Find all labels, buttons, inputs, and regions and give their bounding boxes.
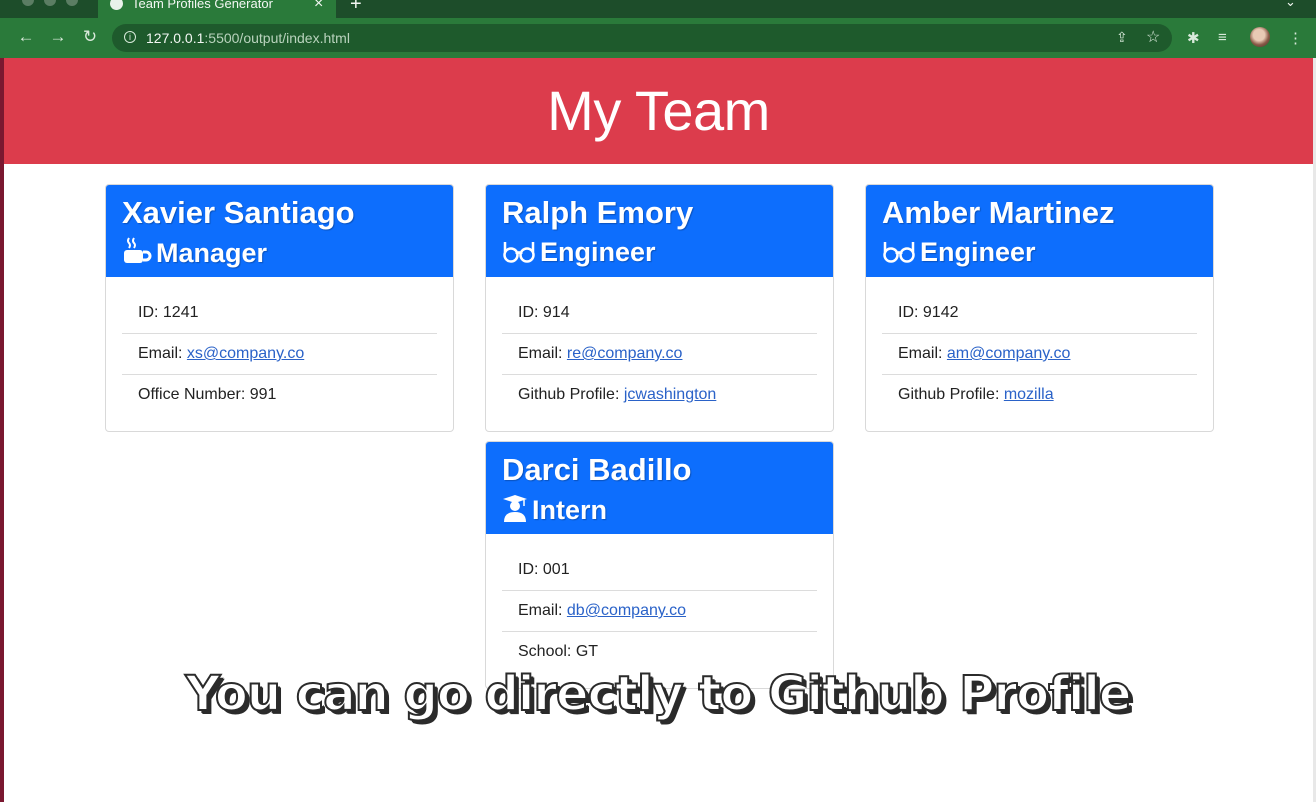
card-body: ID: 1241 Email: xs@company.co Office Num… (106, 277, 453, 431)
card-body: ID: 9142 Email: am@company.co Github Pro… (866, 277, 1213, 431)
new-tab-button[interactable]: + (350, 0, 362, 16)
employee-role: Engineer (502, 237, 656, 271)
employee-role: Engineer (882, 237, 1036, 271)
close-tab-icon[interactable]: × (314, 0, 323, 13)
employee-card: Xavier Santiago Manager ID: 1241 Email: … (105, 184, 454, 432)
employee-card: Ralph Emory Engineer ID: 914 Email: re@c… (485, 184, 834, 432)
employee-card: Darci Badillo Intern ID: 001 Email: db@c… (485, 441, 834, 689)
site-info-icon[interactable]: i (124, 31, 136, 43)
forward-icon[interactable]: → (48, 27, 68, 47)
employee-name: Xavier Santiago (122, 195, 355, 230)
card-body: ID: 914 Email: re@company.co Github Prof… (486, 277, 833, 431)
employee-id: ID: 1241 (122, 293, 437, 334)
school-name: GT (575, 643, 599, 660)
reload-icon[interactable]: ↻ (80, 27, 100, 47)
coffee-icon (122, 237, 152, 272)
page-header: My Team (4, 58, 1313, 164)
card-header: Xavier Santiago Manager (106, 185, 453, 277)
page-title: My Team (547, 79, 770, 142)
card-header: Darci Badillo Intern (486, 442, 833, 534)
minimize-window-button[interactable] (44, 0, 56, 6)
employee-email-row: Email: xs@company.co (122, 334, 437, 375)
glasses-icon (882, 238, 916, 271)
employee-name: Ralph Emory (502, 195, 694, 230)
office-number-row: Office Number: 991 (138, 386, 277, 403)
employee-id: ID: 9142 (882, 293, 1197, 334)
email-link[interactable]: xs@company.co (187, 345, 304, 362)
employee-role: Intern (502, 494, 607, 529)
tab-title: Team Profiles Generator (132, 0, 273, 11)
bookmark-star-icon[interactable]: ☆ (1146, 27, 1160, 47)
tab-team-profiles[interactable]: Team Profiles Generator × (98, 0, 336, 18)
employee-name: Amber Martinez (882, 195, 1115, 230)
url-text: 127.0.0.1:5500/output/index.html (146, 30, 350, 46)
employee-email-row: Email: am@company.co (882, 334, 1197, 375)
employee-card: Amber Martinez Engineer ID: 9142 Email: … (865, 184, 1214, 432)
back-icon[interactable]: ← (16, 27, 36, 47)
office-number: 991 (249, 386, 277, 403)
menu-kebab-icon[interactable]: ⋮ (1288, 29, 1303, 47)
github-profile-row: Github Profile: jcwashington (518, 386, 717, 403)
share-icon[interactable]: ⇪ (1116, 29, 1128, 46)
close-window-button[interactable] (22, 0, 34, 6)
glasses-icon (502, 238, 536, 271)
email-link[interactable]: re@company.co (567, 345, 683, 362)
email-link[interactable]: am@company.co (947, 345, 1071, 362)
zoom-window-button[interactable] (66, 0, 78, 6)
globe-icon (110, 0, 123, 10)
address-bar[interactable]: i 127.0.0.1:5500/output/index.html ⇪ ☆ (112, 24, 1172, 52)
graduate-icon (502, 494, 528, 529)
employee-id: ID: 914 (502, 293, 817, 334)
chevron-down-icon[interactable]: ⌄ (1285, 0, 1296, 10)
employee-id: ID: 001 (502, 550, 817, 591)
github-profile-row: Github Profile: mozilla (898, 386, 1054, 403)
extensions-icon[interactable]: ✱ (1187, 29, 1200, 47)
employee-email-row: Email: db@company.co (502, 591, 817, 632)
employee-email-row: Email: re@company.co (502, 334, 817, 375)
profile-avatar[interactable] (1250, 27, 1270, 47)
employee-role: Manager (122, 237, 267, 272)
card-header: Ralph Emory Engineer (486, 185, 833, 277)
tab-strip: Team Profiles Generator × + ⌄ (0, 0, 1316, 18)
browser-toolbar: ← → ↻ i 127.0.0.1:5500/output/index.html… (0, 18, 1316, 58)
employee-name: Darci Badillo (502, 452, 692, 487)
video-caption: You can go directly to Github Profile (185, 665, 1133, 723)
github-link[interactable]: jcwashington (624, 386, 717, 403)
email-link[interactable]: db@company.co (567, 602, 686, 619)
card-body: ID: 001 Email: db@company.co School: GT (486, 534, 833, 688)
media-control-icon[interactable]: ≡ (1218, 29, 1227, 46)
github-link[interactable]: mozilla (1004, 386, 1054, 403)
card-header: Amber Martinez Engineer (866, 185, 1213, 277)
